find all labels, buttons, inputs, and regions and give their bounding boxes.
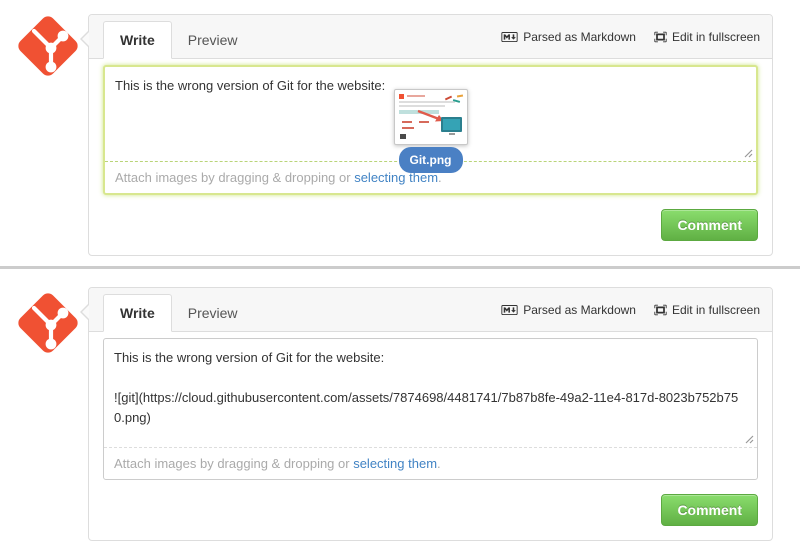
page: { "colors":{ "brand":"#f05133","link":"#… [0,0,800,547]
thumb-link-text [402,127,414,129]
thumb-chart-mark [444,96,451,101]
attach-hint-period: . [437,456,441,471]
comment-button[interactable]: Comment [661,209,758,241]
thumb-text-bar [399,105,445,107]
comment-text-line: This is the wrong version of Git for the… [114,348,747,368]
speech-caret [80,303,89,321]
comment-blank-line [114,368,747,388]
comment-box: Write Preview Parsed as Markdown Edit in… [88,287,773,541]
thumb-link-text [419,121,429,123]
speech-caret [80,30,89,48]
tab-preview[interactable]: Preview [172,22,254,58]
comment-textarea[interactable]: This is the wrong version of Git for the… [105,67,756,161]
thumb-title-bar [407,95,425,97]
textarea-resize-handle[interactable] [742,148,753,159]
markdown-icon [501,32,518,42]
header-actions: Parsed as Markdown Edit in fullscreen [501,288,760,332]
fullscreen-button[interactable]: Edit in fullscreen [654,303,760,317]
comment-box-header: Write Preview Parsed as Markdown Edit in… [89,288,772,332]
textarea-resize-handle[interactable] [743,434,754,445]
markdown-help-link[interactable]: Parsed as Markdown [501,30,636,44]
git-avatar[interactable] [16,291,80,355]
git-logo-icon [16,14,80,78]
upload-dropzone: This is the wrong version of Git for the… [103,65,758,195]
comment-box: Write Preview Parsed as Markdown Edit in… [88,14,773,256]
fullscreen-button[interactable]: Edit in fullscreen [654,30,760,44]
attach-hint-text: Attach images by dragging & dropping or [115,170,354,185]
thumb-dark-square [400,134,406,139]
comment-button-row: Comment [89,480,772,540]
comment-box-header: Write Preview Parsed as Markdown Edit in… [89,15,772,59]
tab-write[interactable]: Write [103,294,172,332]
fullscreen-label: Edit in fullscreen [672,30,760,44]
tab-preview[interactable]: Preview [172,295,254,331]
comment-section-drag-state: Write Preview Parsed as Markdown Edit in… [0,0,800,266]
thumb-monitor-stand [449,133,455,135]
attach-hint-text: Attach images by dragging & dropping or [114,456,353,471]
git-avatar[interactable] [16,14,80,78]
comment-button-row: Comment [89,195,772,255]
comment-box-body: This is the wrong version of Git for the… [89,332,772,480]
git-logo-icon [16,291,80,355]
comment-textarea[interactable]: This is the wrong version of Git for the… [104,339,757,447]
upload-dropzone: This is the wrong version of Git for the… [103,338,758,480]
markdown-help-label: Parsed as Markdown [523,303,636,317]
thumb-logo [399,94,404,99]
comment-button[interactable]: Comment [661,494,758,526]
attach-select-link[interactable]: selecting them [353,456,437,471]
header-actions: Parsed as Markdown Edit in fullscreen [501,15,760,59]
comment-section-markdown-state: Write Preview Parsed as Markdown Edit in… [0,269,800,547]
thumb-text-bar [399,101,455,103]
thumb-link-text [402,121,412,123]
fullscreen-icon [654,303,667,317]
thumb-monitor [441,117,462,132]
upload-preview-thumbnail [394,89,468,145]
comment-markdown-line: ![git](https://cloud.githubusercontent.c… [114,388,747,428]
markdown-help-link[interactable]: Parsed as Markdown [501,303,636,317]
fullscreen-label: Edit in fullscreen [672,303,760,317]
attach-hint: Attach images by dragging & dropping or … [104,448,757,479]
markdown-help-label: Parsed as Markdown [523,30,636,44]
comment-box-body: This is the wrong version of Git for the… [89,59,772,195]
markdown-icon [501,305,518,315]
thumb-chart-mark [456,94,462,97]
tab-write[interactable]: Write [103,21,172,59]
attachment-filename-badge: Git.png [399,147,463,173]
fullscreen-icon [654,30,667,44]
